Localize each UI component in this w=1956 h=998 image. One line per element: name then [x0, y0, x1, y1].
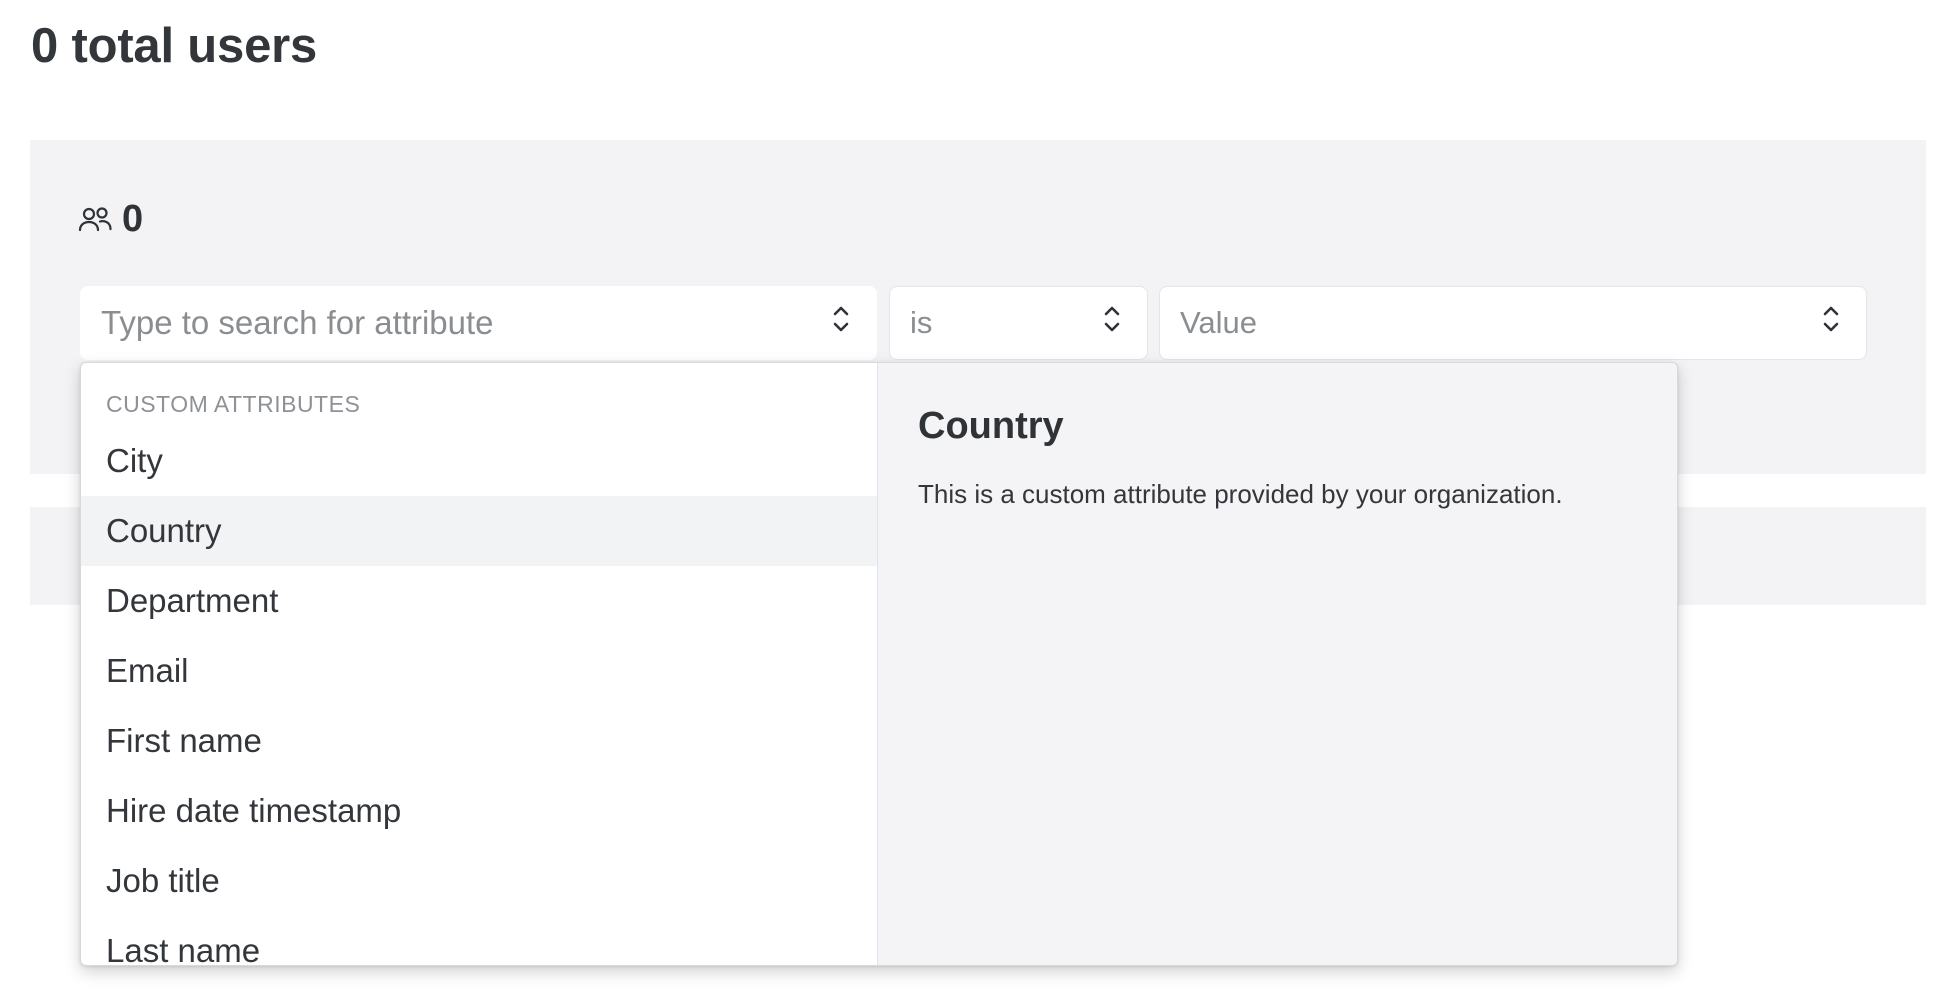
attribute-detail-description: This is a custom attribute provided by y…	[918, 479, 1563, 509]
attribute-option-job-title[interactable]: Job title	[81, 846, 877, 916]
attribute-option-first-name[interactable]: First name	[81, 706, 877, 776]
chevron-up-down-icon	[832, 304, 850, 342]
user-count: 0	[78, 198, 143, 241]
operator-select[interactable]: is	[889, 286, 1148, 360]
attribute-group-label: CUSTOM ATTRIBUTES	[106, 391, 361, 417]
attribute-dropdown: CUSTOM ATTRIBUTES City Country Departmen…	[80, 362, 1678, 966]
value-select-placeholder: Value	[1180, 305, 1257, 340]
attribute-list[interactable]: CUSTOM ATTRIBUTES City Country Departmen…	[81, 363, 878, 965]
value-select[interactable]: Value	[1159, 286, 1867, 360]
chevron-up-down-icon	[1822, 304, 1840, 342]
page-title: 0 total users	[31, 19, 318, 73]
attribute-detail-panel: Country This is a custom attribute provi…	[878, 363, 1677, 965]
attribute-option-country[interactable]: Country	[81, 496, 877, 566]
attribute-search-placeholder: Type to search for attribute	[101, 304, 494, 341]
chevron-up-down-icon	[1103, 304, 1121, 342]
operator-select-value: is	[910, 305, 933, 340]
attribute-option-hire-date-timestamp[interactable]: Hire date timestamp	[81, 776, 877, 846]
attribute-option-email[interactable]: Email	[81, 636, 877, 706]
user-count-value: 0	[122, 198, 144, 240]
attribute-option-department[interactable]: Department	[81, 566, 877, 636]
attribute-option-city[interactable]: City	[81, 426, 877, 496]
attribute-option-last-name[interactable]: Last name	[81, 916, 877, 965]
attribute-detail-title: Country	[918, 405, 1064, 447]
users-icon	[78, 205, 114, 235]
attribute-search-input[interactable]: Type to search for attribute	[80, 286, 877, 360]
